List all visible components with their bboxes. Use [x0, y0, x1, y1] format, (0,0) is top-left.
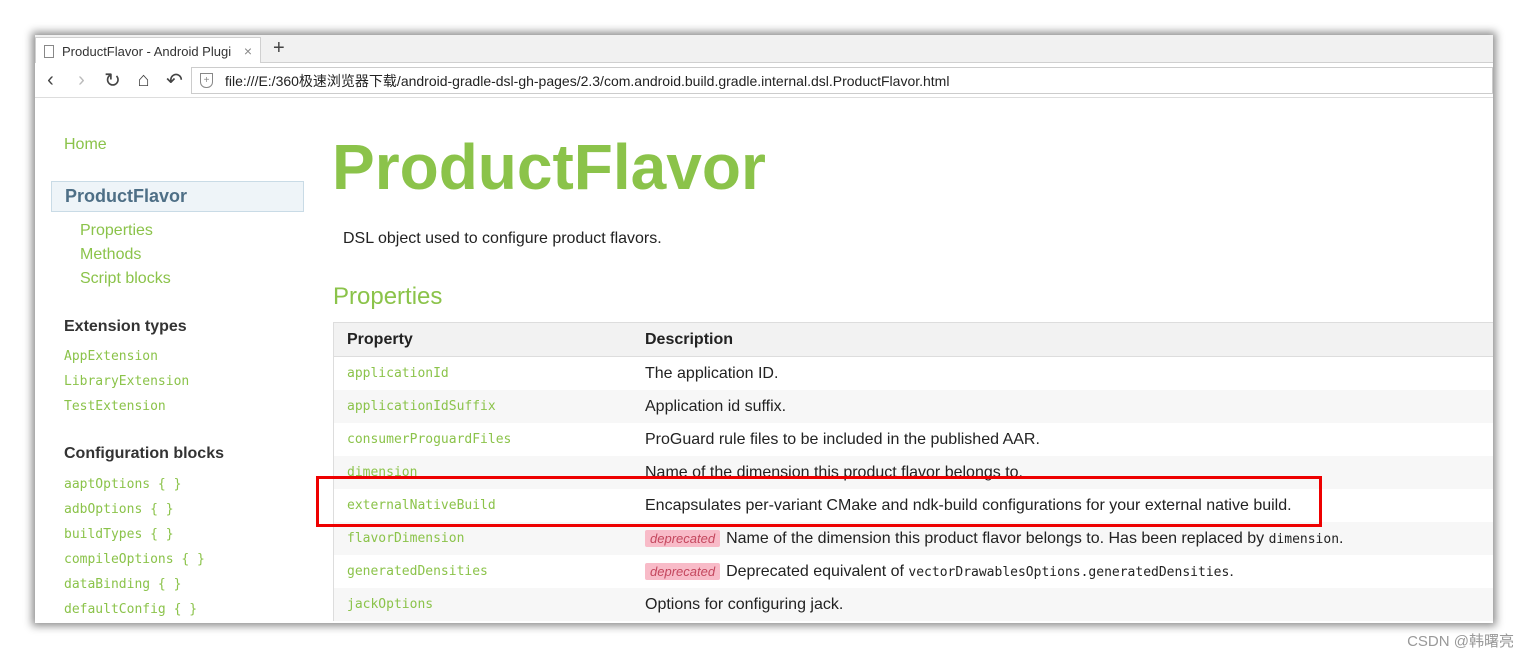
highlight-box — [316, 476, 1322, 527]
reload-icon[interactable]: ↻ — [97, 68, 128, 93]
deprecated-badge: deprecated — [645, 529, 721, 547]
property-link[interactable]: jackOptions — [334, 597, 645, 612]
page-content: Home ProductFlavor Properties Methods Sc… — [35, 98, 1493, 623]
home-icon[interactable]: ⌂ — [128, 69, 159, 92]
section-heading: Properties — [333, 283, 443, 310]
description-text: The application ID. — [645, 364, 779, 382]
sidebar-link[interactable]: aaptOptions { } — [64, 477, 181, 492]
properties-table: Property Description applicationId The appl… — [333, 322, 1493, 621]
property-description: Options for configuring jack. — [645, 596, 1493, 614]
tab-bar: ProductFlavor - Android Plugi × + — [35, 35, 1493, 64]
undo-icon[interactable]: ↶ — [159, 68, 190, 93]
property-description: deprecated Deprecated equivalent of vecto… — [645, 562, 1493, 581]
property-description: deprecated Name of the dimension this pro… — [645, 529, 1493, 548]
property-link[interactable]: flavorDimension — [334, 531, 645, 546]
table-row: applicationId The application ID. — [334, 357, 1493, 390]
description-text: Name of the dimension this product flavo… — [726, 529, 1269, 547]
header-property: Property — [347, 330, 413, 348]
url-text: file:///E:/360极速浏览器下载/android-gradle-dsl… — [225, 72, 950, 89]
sidebar-script-blocks-link[interactable]: Script blocks — [80, 270, 171, 288]
property-description: Application id suffix. — [645, 398, 1493, 416]
description-end: . — [1229, 562, 1234, 580]
browser-tab[interactable]: ProductFlavor - Android Plugi × — [35, 37, 261, 64]
shield-icon: + — [200, 73, 213, 88]
sidebar-link[interactable]: defaultConfig { } — [64, 602, 197, 617]
sidebar-link[interactable]: buildTypes { } — [64, 527, 174, 542]
description-text: ProGuard rule files to be included in th… — [645, 430, 1040, 448]
table-row: applicationIdSuffix Application id suffix… — [334, 390, 1493, 423]
table-row: consumerProguardFiles ProGuard rule files… — [334, 423, 1493, 456]
sidebar-link[interactable]: TestExtension — [64, 399, 166, 414]
description-end: . — [1339, 529, 1344, 547]
table-row: generatedDensities deprecated Deprecated e… — [334, 555, 1493, 588]
address-bar[interactable]: + file:///E:/360极速浏览器下载/android-gradle-d… — [191, 67, 1493, 94]
sidebar-link[interactable]: LibraryExtension — [64, 374, 189, 389]
sidebar-current-label: ProductFlavor — [65, 186, 188, 206]
code-ref: vectorDrawablesOptions.generatedDensitie… — [908, 564, 1230, 580]
description-text: Options for configuring jack. — [645, 595, 844, 613]
property-description: ProGuard rule files to be included in th… — [645, 431, 1493, 449]
code-ref: dimension — [1268, 531, 1340, 547]
property-description: The application ID. — [645, 365, 1493, 383]
property-link[interactable]: generatedDensities — [334, 564, 645, 579]
browser-window: ProductFlavor - Android Plugi × + ‹ › ↻ … — [35, 35, 1493, 623]
description-text: Application id suffix. — [645, 397, 787, 415]
header-description: Description — [645, 330, 734, 348]
toolbar: ‹ › ↻ ⌂ ↶ + file:///E:/360极速浏览器下载/androi… — [35, 63, 1493, 98]
sidebar-link[interactable]: AppExtension — [64, 349, 158, 364]
description-text: Deprecated equivalent of — [726, 562, 909, 580]
watermark: CSDN @韩曙亮 — [1407, 633, 1514, 650]
sidebar-methods-link[interactable]: Methods — [80, 246, 141, 264]
page-title: ProductFlavor — [332, 131, 766, 203]
sidebar-properties-link[interactable]: Properties — [80, 222, 153, 240]
forward-icon[interactable]: › — [66, 69, 97, 92]
sidebar-home-link[interactable]: Home — [64, 136, 107, 154]
table-row: jackOptions Options for configuring jack. — [334, 588, 1493, 621]
deprecated-badge: deprecated — [645, 562, 721, 580]
sidebar-heading: Extension types — [64, 318, 187, 335]
sidebar-link[interactable]: dataBinding { } — [64, 577, 181, 592]
property-link[interactable]: consumerProguardFiles — [334, 432, 645, 447]
sidebar-link[interactable]: adbOptions { } — [64, 502, 174, 517]
property-link[interactable]: applicationIdSuffix — [334, 399, 645, 414]
document-icon — [44, 44, 54, 58]
new-tab-button[interactable]: + — [273, 37, 285, 60]
sidebar-heading: Configuration blocks — [64, 445, 224, 462]
page-description: DSL object used to configure product fla… — [343, 230, 662, 247]
tab-title: ProductFlavor - Android Plugi — [62, 43, 232, 59]
sidebar-link[interactable]: compileOptions { } — [64, 552, 205, 567]
table-header: Property Description — [334, 323, 1493, 357]
close-tab-icon[interactable]: × — [244, 43, 252, 59]
back-icon[interactable]: ‹ — [35, 69, 66, 92]
property-link[interactable]: applicationId — [334, 366, 645, 381]
